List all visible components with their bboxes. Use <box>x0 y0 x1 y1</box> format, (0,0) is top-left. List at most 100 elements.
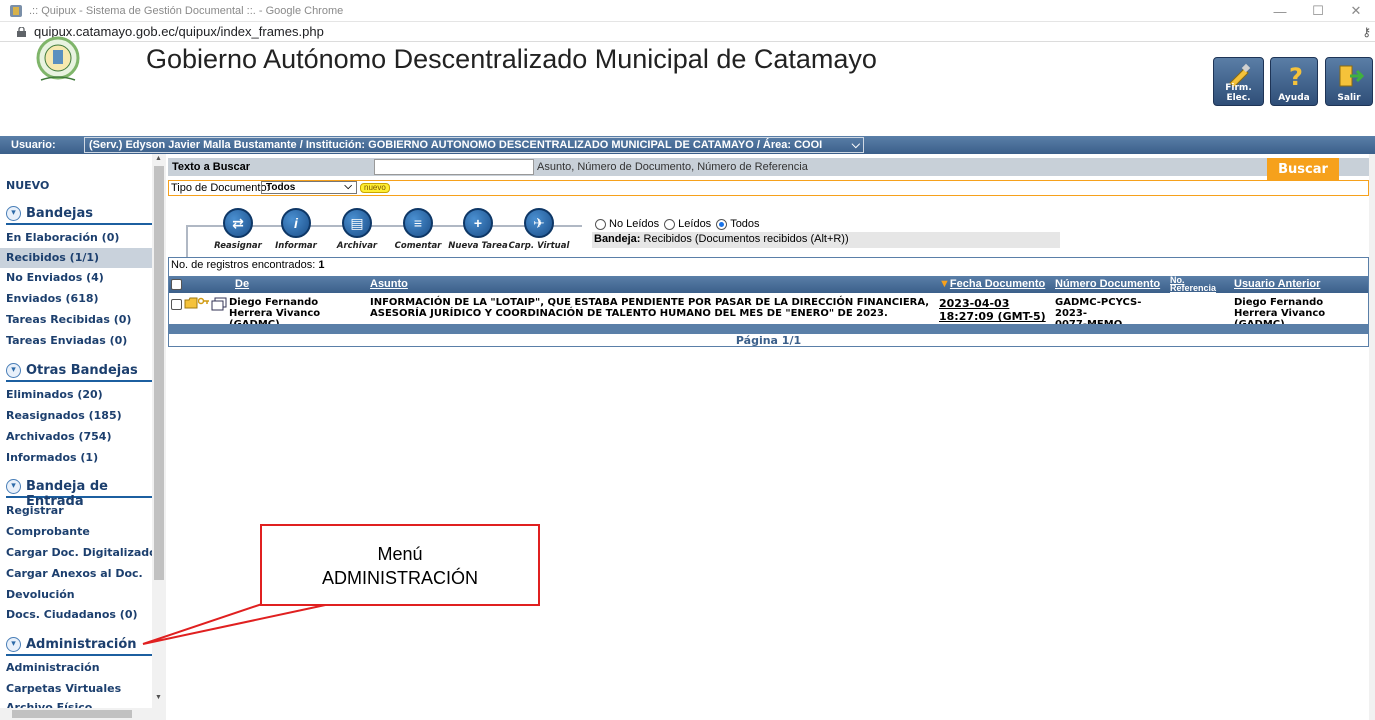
sidebar-item-enviados[interactable]: Enviados (618) <box>6 292 99 305</box>
section-otras-bandejas[interactable]: ▾ Otras Bandejas <box>6 362 152 382</box>
sort-desc-icon: ▼ <box>939 278 950 290</box>
sidebar-item-administracion[interactable]: Administración <box>6 661 100 674</box>
sidebar-item-docs-ciudadanos[interactable]: Docs. Ciudadanos (0) <box>6 608 138 621</box>
search-input[interactable] <box>374 159 534 175</box>
browser-title: .:: Quipux - Sistema de Gestión Document… <box>29 4 344 17</box>
sidebar-nuevo[interactable]: NUEVO <box>6 179 49 192</box>
radio-leidos[interactable] <box>664 218 676 230</box>
cell-asunto[interactable]: INFORMACIÓN DE LA "LOTAIP", QUE ESTABA P… <box>370 297 930 319</box>
collapse-icon: ▾ <box>6 363 21 378</box>
hscrollbar-thumb[interactable] <box>12 710 132 718</box>
sidebar-item-no-enviados[interactable]: No Enviados (4) <box>6 271 104 284</box>
minimize-icon[interactable]: — <box>1261 0 1299 22</box>
section-title: Administración <box>26 637 137 652</box>
section-administracion[interactable]: ▾ Administración <box>6 636 152 656</box>
salir-button[interactable]: Salir <box>1325 57 1373 106</box>
tipo-documento-value: Todos <box>266 182 296 193</box>
lock-icon <box>17 26 26 37</box>
sidebar-item-informados[interactable]: Informados (1) <box>6 451 98 464</box>
main-scrollbar[interactable] <box>1369 154 1375 720</box>
sidebar-item-devolucion[interactable]: Devolución <box>6 588 75 601</box>
documents-icon <box>211 297 227 311</box>
user-select[interactable]: (Serv.) Edyson Javier Malla Bustamante /… <box>84 137 864 153</box>
column-fecha-documento[interactable]: ▼Fecha Documento <box>939 278 1045 290</box>
collapse-icon: ▾ <box>6 206 21 221</box>
nueva-tarea-button[interactable]: + Nueva Tarea <box>443 208 513 251</box>
address-bar[interactable]: quipux.catamayo.gob.ec/quipux/index_fram… <box>0 22 1375 42</box>
sidebar-item-carpetas-virtuales[interactable]: Carpetas Virtuales <box>6 682 121 695</box>
sidebar-scrollbar[interactable]: ▲ ▼ <box>152 154 166 708</box>
sidebar-item-eliminados[interactable]: Eliminados (20) <box>6 388 103 401</box>
section-title: Otras Bandejas <box>26 363 138 378</box>
buscar-button[interactable]: Buscar <box>1267 158 1339 182</box>
select-all-checkbox[interactable] <box>171 279 182 290</box>
sidebar-item-tareas-recibidas[interactable]: Tareas Recibidas (0) <box>6 313 131 326</box>
key-icon <box>198 297 209 305</box>
search-bar: Texto a Buscar Asunto, Número de Documen… <box>168 158 1369 176</box>
firma-electronica-button[interactable]: Firm. Elec. <box>1213 57 1264 106</box>
app-favicon-icon <box>10 4 22 17</box>
browser-title-bar: .:: Quipux - Sistema de Gestión Document… <box>0 0 1375 22</box>
column-de[interactable]: De <box>235 278 249 290</box>
pagination-bar <box>169 324 1368 334</box>
cell-numero-line1: GADMC-PCYCS-2023- <box>1055 297 1142 319</box>
pagination[interactable]: Página 1/1 <box>169 334 1368 347</box>
user-bar: Usuario: (Serv.) Edyson Javier Malla Bus… <box>0 136 1375 154</box>
column-numero-documento[interactable]: Número Documento <box>1055 278 1160 290</box>
close-icon[interactable]: ✕ <box>1337 0 1375 22</box>
column-referencia[interactable]: No. Referencia <box>1170 276 1226 293</box>
maximize-icon[interactable]: ☐ <box>1299 0 1337 22</box>
collapse-icon: ▾ <box>6 479 21 494</box>
radio-todos[interactable] <box>716 218 728 230</box>
sidebar-item-comprobante[interactable]: Comprobante <box>6 525 90 538</box>
ayuda-button[interactable]: ? Ayuda <box>1270 57 1318 106</box>
cell-fecha[interactable]: 2023-04-03 18:27:09 (GMT-5) <box>939 297 1051 323</box>
informar-button[interactable]: i Informar <box>261 208 331 251</box>
sidebar-hscrollbar[interactable] <box>0 708 166 720</box>
user-label: Usuario: <box>11 139 56 151</box>
radio-no-leidos[interactable] <box>595 218 606 230</box>
section-bandejas[interactable]: ▾ Bandejas <box>6 205 152 225</box>
sidebar-item-cargar-doc-digitalizado[interactable]: Cargar Doc. Digitalizado <box>6 546 152 559</box>
chevron-down-icon: ⌵ <box>344 181 352 192</box>
scroll-down-icon[interactable]: ▼ <box>155 694 162 701</box>
sidebar-item-recibidos[interactable]: Recibidos (1/1) <box>6 251 99 264</box>
sidebar-item-cargar-anexos[interactable]: Cargar Anexos al Doc. <box>6 567 143 580</box>
carp-virtual-button[interactable]: ✈ Carp. Virtual <box>504 208 574 251</box>
row-checkbox[interactable] <box>171 299 182 310</box>
column-fecha-label: Fecha Documento <box>949 278 1046 290</box>
table-header: De Asunto ▼Fecha Documento Número Docume… <box>169 276 1368 293</box>
sidebar-item-archivados[interactable]: Archivados (754) <box>6 430 111 443</box>
sidebar-item-registrar[interactable]: Registrar <box>6 504 64 517</box>
reassign-icon: ⇄ <box>223 208 253 238</box>
archivar-button[interactable]: ▤ Archivar <box>322 208 392 251</box>
column-asunto[interactable]: Asunto <box>370 278 408 290</box>
sidebar-item-en-elaboracion[interactable]: En Elaboración (0) <box>6 231 119 244</box>
tipo-documento-select[interactable]: Todos ⌵ <box>261 181 357 194</box>
annotation-callout: Menú ADMINISTRACIÓN <box>260 524 540 606</box>
radio-label: Todos <box>730 218 760 230</box>
radio-label: Leídos <box>678 218 712 230</box>
nuevo-badge[interactable]: nuevo <box>360 183 390 193</box>
app-title: Gobierno Autónomo Descentralizado Munici… <box>146 44 877 74</box>
section-bandeja-de-entrada[interactable]: ▾ Bandeja de Entrada <box>6 478 152 509</box>
firma-electronica-label: Firm. Elec. <box>1225 83 1252 103</box>
svg-text:?: ? <box>1289 63 1303 89</box>
scrollbar-thumb[interactable] <box>154 166 164 580</box>
read-filter-radios: No Leídos Leídos Todos <box>593 218 760 230</box>
scroll-up-icon[interactable]: ▲ <box>155 155 162 162</box>
tipo-documento-label: Tipo de Documento: <box>171 182 270 194</box>
app-header: Gobierno Autónomo Descentralizado Munici… <box>0 36 1375 134</box>
info-icon: i <box>281 208 311 238</box>
bandeja-value: Recibidos (Documentos recibidos (Alt+R)) <box>643 233 849 245</box>
screen: { "browser": { "title": ".:: Quipux - Si… <box>0 0 1375 720</box>
sidebar-item-tareas-enviadas[interactable]: Tareas Enviadas (0) <box>6 334 127 347</box>
sidebar-item-reasignados[interactable]: Reasignados (185) <box>6 409 122 422</box>
records-count-label: No. de registros encontrados: <box>171 259 316 271</box>
sidebar: NUEVO ▾ Bandejas En Elaboración (0) Reci… <box>0 154 152 720</box>
key-icon[interactable]: ⚷ <box>1362 25 1371 39</box>
column-usuario-anterior[interactable]: Usuario Anterior <box>1234 278 1320 290</box>
table-row[interactable]: Diego Fernando Herrera Vivanco (GADMC) I… <box>169 294 1368 330</box>
ayuda-label: Ayuda <box>1278 93 1310 103</box>
user-select-value: (Serv.) Edyson Javier Malla Bustamante /… <box>89 139 823 151</box>
